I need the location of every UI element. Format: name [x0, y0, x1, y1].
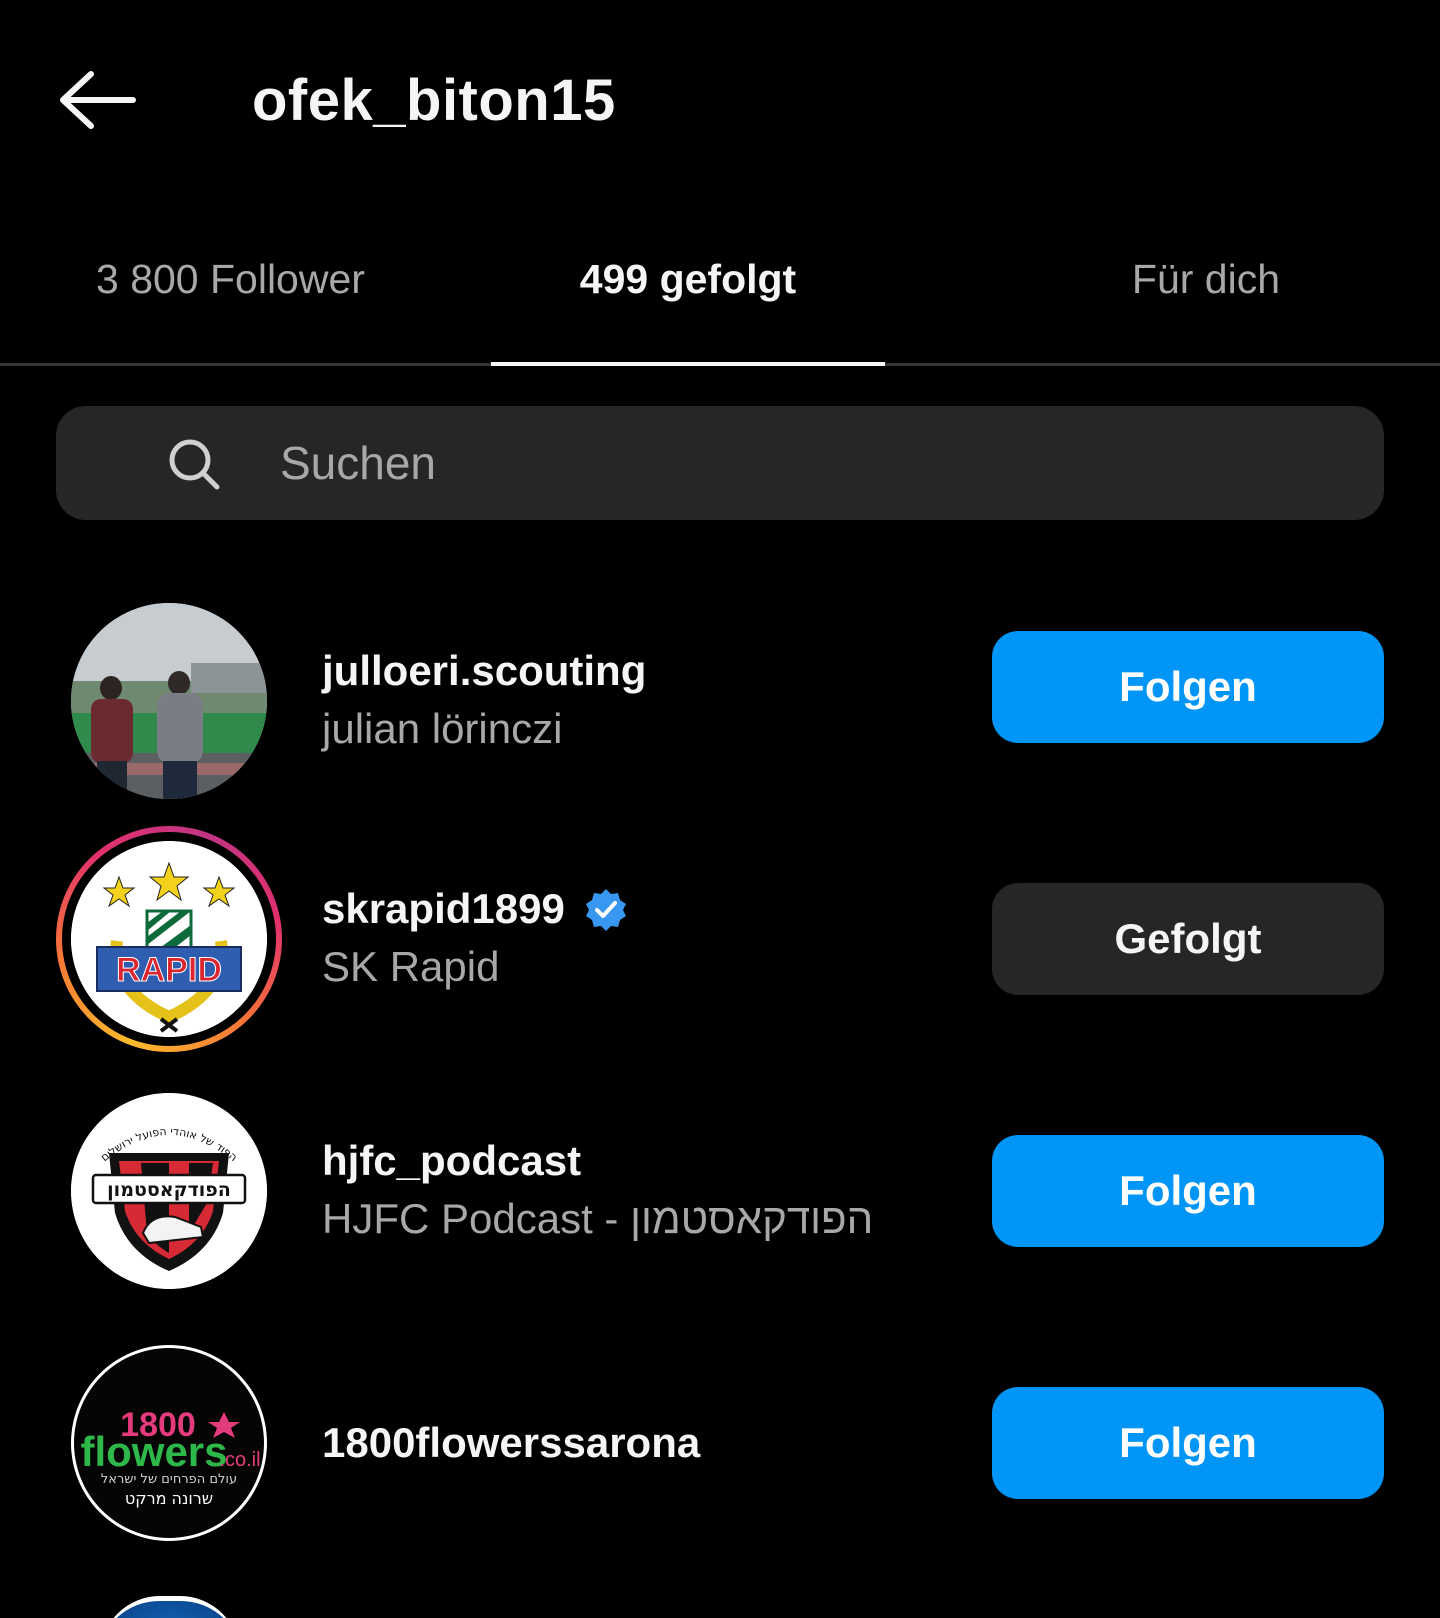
- follow-button[interactable]: Folgen: [992, 1387, 1384, 1499]
- flowers-logo-branch: שרונה מרקט: [125, 1489, 213, 1508]
- avatar[interactable]: 1800 flowers .co.il עולם הפרחים של ישראל…: [71, 1345, 267, 1541]
- account-handle[interactable]: skrapid1899: [322, 881, 629, 938]
- user-text: julloeri.scouting julian lörinczi: [322, 588, 646, 814]
- flowers-logo-tagline: עולם הפרחים של ישראל: [101, 1472, 237, 1487]
- avatar[interactable]: [71, 603, 267, 799]
- list-item[interactable]: julloeri.scouting julian lörinczi Folgen: [0, 588, 1440, 818]
- rapid-logo: RAPID: [71, 841, 267, 1037]
- flowers-logo: 1800 flowers .co.il עולם הפרחים של ישראל…: [74, 1348, 264, 1538]
- hjfc-logo-text: הפודקאסטמון: [107, 1179, 231, 1201]
- search-icon: [169, 439, 220, 490]
- account-name: SK Rapid: [322, 942, 500, 990]
- arrow-left-icon: [60, 71, 136, 129]
- user-text: 1800flowerssarona: [322, 1330, 700, 1556]
- flowers-logo-tld: .co.il: [219, 1449, 260, 1471]
- avatar[interactable]: הפוד של אוהדי הפועל ירושלים הפודקאסטמון: [71, 1093, 267, 1289]
- tab-bar: 3 800 Follower 499 gefolgt Für dich: [0, 230, 1440, 366]
- account-name: julian lörinczi: [322, 704, 563, 752]
- verified-badge-icon: [585, 888, 626, 931]
- profile-username: ofek_biton15: [252, 67, 616, 133]
- avatar-container: [56, 588, 282, 814]
- account-handle[interactable]: 1800flowerssarona: [322, 1415, 700, 1472]
- back-button[interactable]: [52, 60, 142, 140]
- rapid-logo-text: RAPID: [116, 951, 222, 989]
- list-item[interactable]: הפוד של אוהדי הפועל ירושלים הפודקאסטמון …: [0, 1078, 1440, 1308]
- user-text: skrapid1899 SK Rapid: [322, 826, 629, 1052]
- account-handle[interactable]: hjfc_podcast: [322, 1133, 873, 1190]
- tab-followers[interactable]: 3 800 Follower: [0, 230, 491, 363]
- flowers-logo-word: flowers: [80, 1428, 227, 1475]
- avatar: RAPID: [71, 841, 267, 1037]
- account-name: HJFC Podcast - הפודקאסטמון: [322, 1194, 874, 1242]
- search-input[interactable]: [280, 406, 1280, 520]
- following-button[interactable]: Gefolgt: [992, 883, 1384, 995]
- top-bar: ofek_biton15: [0, 0, 1440, 200]
- list-item[interactable]: 1800 flowers .co.il עולם הפרחים של ישראל…: [0, 1330, 1440, 1560]
- search-bar[interactable]: [56, 406, 1384, 520]
- follow-button[interactable]: Folgen: [992, 1135, 1384, 1247]
- avatar-container: 1800 flowers .co.il עולם הפרחים של ישראל…: [56, 1330, 282, 1556]
- story-ring[interactable]: RAPID: [56, 826, 282, 1052]
- following-screen: ofek_biton15 3 800 Follower 499 gefolgt …: [0, 0, 1440, 1618]
- follow-button[interactable]: Folgen: [992, 631, 1384, 743]
- account-handle[interactable]: julloeri.scouting: [322, 643, 646, 700]
- tab-for-you[interactable]: Für dich: [885, 230, 1440, 363]
- list-item[interactable]: RAPID skrapid1899 SK Rapid Gefolgt: [0, 826, 1440, 1056]
- avatar[interactable]: [100, 1596, 240, 1618]
- avatar-container: RAPID: [56, 826, 282, 1052]
- profile-photo: [71, 603, 267, 799]
- user-text: hjfc_podcast HJFC Podcast - הפודקאסטמון: [322, 1078, 873, 1304]
- hjfc-podcast-logo: הפוד של אוהדי הפועל ירושלים הפודקאסטמון: [71, 1093, 267, 1289]
- avatar-container: הפוד של אוהדי הפועל ירושלים הפודקאסטמון: [56, 1078, 282, 1304]
- tab-following[interactable]: 499 gefolgt: [490, 230, 886, 366]
